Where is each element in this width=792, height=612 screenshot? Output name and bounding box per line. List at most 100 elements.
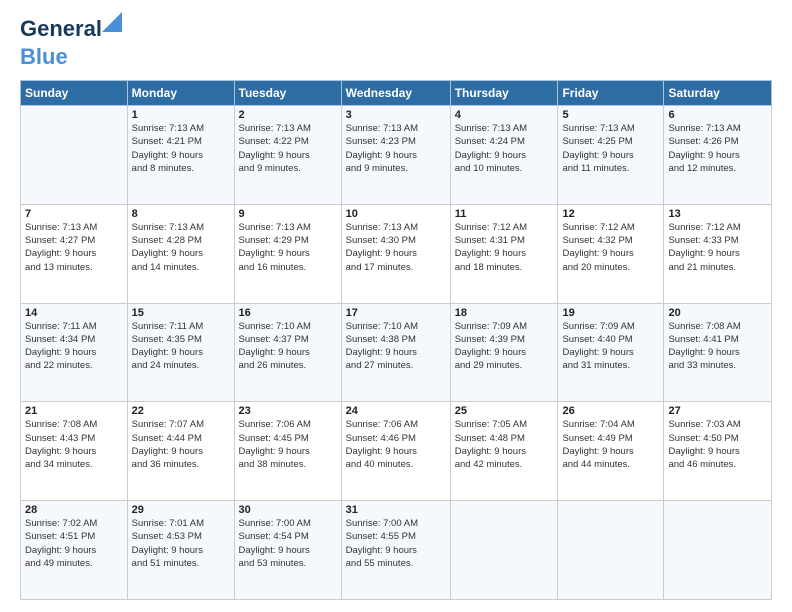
day-info: Sunrise: 7:07 AM Sunset: 4:44 PM Dayligh…	[132, 418, 230, 471]
col-header-tuesday: Tuesday	[234, 81, 341, 106]
day-info: Sunrise: 7:10 AM Sunset: 4:37 PM Dayligh…	[239, 320, 337, 373]
day-number: 16	[239, 307, 337, 319]
logo-general: General	[20, 16, 102, 41]
col-header-friday: Friday	[558, 81, 664, 106]
day-number: 30	[239, 504, 337, 516]
calendar-cell	[450, 501, 558, 600]
day-info: Sunrise: 7:06 AM Sunset: 4:45 PM Dayligh…	[239, 418, 337, 471]
day-number: 21	[25, 405, 123, 417]
calendar-cell: 21Sunrise: 7:08 AM Sunset: 4:43 PM Dayli…	[21, 402, 128, 501]
day-info: Sunrise: 7:05 AM Sunset: 4:48 PM Dayligh…	[455, 418, 554, 471]
day-info: Sunrise: 7:13 AM Sunset: 4:25 PM Dayligh…	[562, 122, 659, 175]
calendar-cell: 17Sunrise: 7:10 AM Sunset: 4:38 PM Dayli…	[341, 303, 450, 402]
calendar-cell: 11Sunrise: 7:12 AM Sunset: 4:31 PM Dayli…	[450, 204, 558, 303]
col-header-monday: Monday	[127, 81, 234, 106]
day-info: Sunrise: 7:13 AM Sunset: 4:21 PM Dayligh…	[132, 122, 230, 175]
calendar-cell: 5Sunrise: 7:13 AM Sunset: 4:25 PM Daylig…	[558, 106, 664, 205]
day-number: 29	[132, 504, 230, 516]
day-info: Sunrise: 7:00 AM Sunset: 4:55 PM Dayligh…	[346, 517, 446, 570]
day-info: Sunrise: 7:12 AM Sunset: 4:31 PM Dayligh…	[455, 221, 554, 274]
col-header-saturday: Saturday	[664, 81, 772, 106]
calendar-cell: 14Sunrise: 7:11 AM Sunset: 4:34 PM Dayli…	[21, 303, 128, 402]
day-info: Sunrise: 7:13 AM Sunset: 4:27 PM Dayligh…	[25, 221, 123, 274]
day-number: 13	[668, 208, 767, 220]
day-number: 31	[346, 504, 446, 516]
day-number: 20	[668, 307, 767, 319]
day-number: 26	[562, 405, 659, 417]
day-number: 5	[562, 109, 659, 121]
day-info: Sunrise: 7:11 AM Sunset: 4:35 PM Dayligh…	[132, 320, 230, 373]
calendar-cell: 9Sunrise: 7:13 AM Sunset: 4:29 PM Daylig…	[234, 204, 341, 303]
day-info: Sunrise: 7:08 AM Sunset: 4:43 PM Dayligh…	[25, 418, 123, 471]
day-info: Sunrise: 7:09 AM Sunset: 4:39 PM Dayligh…	[455, 320, 554, 373]
calendar-table: SundayMondayTuesdayWednesdayThursdayFrid…	[20, 80, 772, 600]
calendar-cell	[558, 501, 664, 600]
calendar-cell: 6Sunrise: 7:13 AM Sunset: 4:26 PM Daylig…	[664, 106, 772, 205]
day-number: 25	[455, 405, 554, 417]
day-info: Sunrise: 7:13 AM Sunset: 4:28 PM Dayligh…	[132, 221, 230, 274]
day-number: 24	[346, 405, 446, 417]
calendar-cell: 31Sunrise: 7:00 AM Sunset: 4:55 PM Dayli…	[341, 501, 450, 600]
calendar-cell: 15Sunrise: 7:11 AM Sunset: 4:35 PM Dayli…	[127, 303, 234, 402]
day-number: 4	[455, 109, 554, 121]
calendar-cell: 22Sunrise: 7:07 AM Sunset: 4:44 PM Dayli…	[127, 402, 234, 501]
calendar-cell	[664, 501, 772, 600]
calendar-cell: 25Sunrise: 7:05 AM Sunset: 4:48 PM Dayli…	[450, 402, 558, 501]
day-number: 27	[668, 405, 767, 417]
day-number: 28	[25, 504, 123, 516]
day-info: Sunrise: 7:12 AM Sunset: 4:32 PM Dayligh…	[562, 221, 659, 274]
day-info: Sunrise: 7:10 AM Sunset: 4:38 PM Dayligh…	[346, 320, 446, 373]
col-header-sunday: Sunday	[21, 81, 128, 106]
day-number: 15	[132, 307, 230, 319]
day-info: Sunrise: 7:12 AM Sunset: 4:33 PM Dayligh…	[668, 221, 767, 274]
calendar-cell: 23Sunrise: 7:06 AM Sunset: 4:45 PM Dayli…	[234, 402, 341, 501]
day-info: Sunrise: 7:04 AM Sunset: 4:49 PM Dayligh…	[562, 418, 659, 471]
col-header-wednesday: Wednesday	[341, 81, 450, 106]
calendar-cell: 29Sunrise: 7:01 AM Sunset: 4:53 PM Dayli…	[127, 501, 234, 600]
day-info: Sunrise: 7:08 AM Sunset: 4:41 PM Dayligh…	[668, 320, 767, 373]
day-info: Sunrise: 7:00 AM Sunset: 4:54 PM Dayligh…	[239, 517, 337, 570]
day-number: 3	[346, 109, 446, 121]
calendar-cell: 30Sunrise: 7:00 AM Sunset: 4:54 PM Dayli…	[234, 501, 341, 600]
day-number: 6	[668, 109, 767, 121]
calendar-cell: 16Sunrise: 7:10 AM Sunset: 4:37 PM Dayli…	[234, 303, 341, 402]
day-info: Sunrise: 7:13 AM Sunset: 4:23 PM Dayligh…	[346, 122, 446, 175]
calendar-cell: 10Sunrise: 7:13 AM Sunset: 4:30 PM Dayli…	[341, 204, 450, 303]
day-info: Sunrise: 7:11 AM Sunset: 4:34 PM Dayligh…	[25, 320, 123, 373]
week-row-5: 28Sunrise: 7:02 AM Sunset: 4:51 PM Dayli…	[21, 501, 772, 600]
day-number: 2	[239, 109, 337, 121]
calendar-cell: 4Sunrise: 7:13 AM Sunset: 4:24 PM Daylig…	[450, 106, 558, 205]
day-info: Sunrise: 7:13 AM Sunset: 4:24 PM Dayligh…	[455, 122, 554, 175]
day-number: 9	[239, 208, 337, 220]
calendar-cell: 3Sunrise: 7:13 AM Sunset: 4:23 PM Daylig…	[341, 106, 450, 205]
day-info: Sunrise: 7:06 AM Sunset: 4:46 PM Dayligh…	[346, 418, 446, 471]
day-number: 14	[25, 307, 123, 319]
day-info: Sunrise: 7:13 AM Sunset: 4:26 PM Dayligh…	[668, 122, 767, 175]
header: General Blue	[20, 16, 772, 70]
day-number: 23	[239, 405, 337, 417]
day-number: 12	[562, 208, 659, 220]
calendar-cell: 28Sunrise: 7:02 AM Sunset: 4:51 PM Dayli…	[21, 501, 128, 600]
calendar-cell: 2Sunrise: 7:13 AM Sunset: 4:22 PM Daylig…	[234, 106, 341, 205]
calendar-cell: 13Sunrise: 7:12 AM Sunset: 4:33 PM Dayli…	[664, 204, 772, 303]
page: General Blue SundayMondayTuesdayWednesda…	[0, 0, 792, 612]
week-row-4: 21Sunrise: 7:08 AM Sunset: 4:43 PM Dayli…	[21, 402, 772, 501]
calendar-cell: 24Sunrise: 7:06 AM Sunset: 4:46 PM Dayli…	[341, 402, 450, 501]
calendar-cell: 18Sunrise: 7:09 AM Sunset: 4:39 PM Dayli…	[450, 303, 558, 402]
header-row: SundayMondayTuesdayWednesdayThursdayFrid…	[21, 81, 772, 106]
day-info: Sunrise: 7:13 AM Sunset: 4:30 PM Dayligh…	[346, 221, 446, 274]
calendar-cell: 1Sunrise: 7:13 AM Sunset: 4:21 PM Daylig…	[127, 106, 234, 205]
logo-blue: Blue	[20, 44, 68, 69]
day-number: 18	[455, 307, 554, 319]
calendar-cell	[21, 106, 128, 205]
calendar-cell: 8Sunrise: 7:13 AM Sunset: 4:28 PM Daylig…	[127, 204, 234, 303]
day-info: Sunrise: 7:03 AM Sunset: 4:50 PM Dayligh…	[668, 418, 767, 471]
day-number: 11	[455, 208, 554, 220]
day-info: Sunrise: 7:13 AM Sunset: 4:29 PM Dayligh…	[239, 221, 337, 274]
day-number: 22	[132, 405, 230, 417]
day-number: 8	[132, 208, 230, 220]
day-number: 1	[132, 109, 230, 121]
day-info: Sunrise: 7:02 AM Sunset: 4:51 PM Dayligh…	[25, 517, 123, 570]
day-info: Sunrise: 7:13 AM Sunset: 4:22 PM Dayligh…	[239, 122, 337, 175]
col-header-thursday: Thursday	[450, 81, 558, 106]
